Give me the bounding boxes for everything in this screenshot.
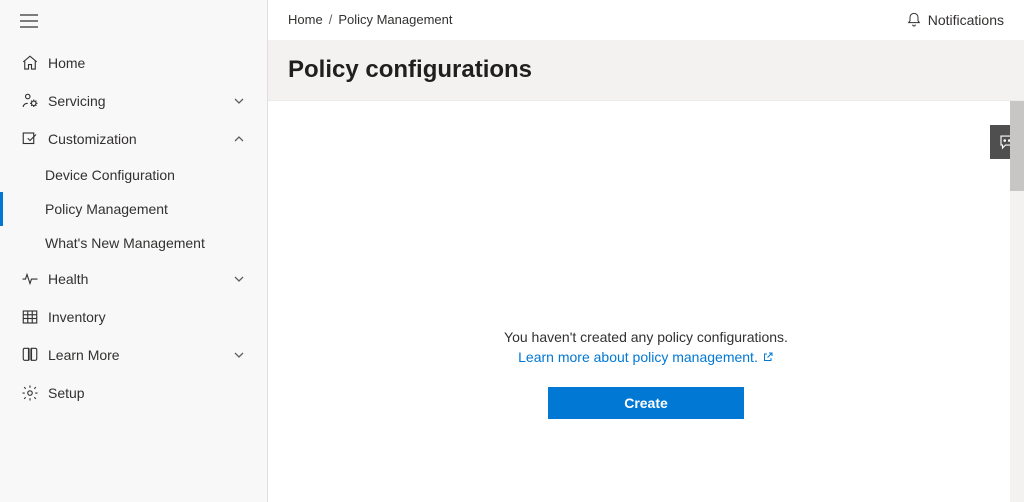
- external-link-icon: [762, 351, 774, 363]
- nav-item-setup[interactable]: Setup: [0, 374, 267, 412]
- scrollbar[interactable]: [1010, 101, 1024, 502]
- breadcrumb-current: Policy Management: [338, 12, 452, 27]
- health-icon: [20, 269, 40, 289]
- nav-item-inventory[interactable]: Inventory: [0, 298, 267, 336]
- subnav-device-configuration[interactable]: Device Configuration: [0, 158, 267, 192]
- servicing-icon: [20, 91, 40, 111]
- nav-item-label: Home: [48, 55, 247, 71]
- notifications-label: Notifications: [928, 12, 1004, 28]
- nav-item-label: Servicing: [48, 93, 231, 109]
- nav-item-learn-more[interactable]: Learn More: [0, 336, 267, 374]
- empty-message: You haven't created any policy configura…: [504, 329, 788, 345]
- customization-subnav: Device Configuration Policy Management W…: [0, 158, 267, 260]
- learn-more-text: Learn more about policy management.: [518, 349, 758, 365]
- chevron-down-icon: [231, 271, 247, 287]
- scrollbar-thumb[interactable]: [1010, 101, 1024, 191]
- bell-icon: [906, 12, 922, 28]
- chevron-up-icon: [231, 131, 247, 147]
- nav-item-servicing[interactable]: Servicing: [0, 82, 267, 120]
- breadcrumb-separator: /: [329, 12, 333, 27]
- learn-more-icon: [20, 345, 40, 365]
- subnav-label: Policy Management: [45, 201, 168, 217]
- inventory-icon: [20, 307, 40, 327]
- subnav-label: What's New Management: [45, 235, 205, 251]
- learn-more-link[interactable]: Learn more about policy management.: [518, 349, 774, 365]
- subnav-policy-management[interactable]: Policy Management: [0, 192, 267, 226]
- nav-item-label: Customization: [48, 131, 231, 147]
- empty-state: You haven't created any policy configura…: [268, 329, 1024, 419]
- nav-item-label: Setup: [48, 385, 247, 401]
- chevron-down-icon: [231, 347, 247, 363]
- subnav-whats-new-management[interactable]: What's New Management: [0, 226, 267, 260]
- breadcrumb-home[interactable]: Home: [288, 12, 323, 27]
- main-nav: Home Servicing Customization: [0, 40, 267, 412]
- hamburger-menu-button[interactable]: [0, 0, 267, 40]
- content-area: You haven't created any policy configura…: [268, 101, 1024, 502]
- sidebar: Home Servicing Customization: [0, 0, 268, 502]
- notifications-button[interactable]: Notifications: [906, 12, 1004, 28]
- nav-item-health[interactable]: Health: [0, 260, 267, 298]
- nav-item-label: Health: [48, 271, 231, 287]
- customization-icon: [20, 129, 40, 149]
- nav-item-label: Learn More: [48, 347, 231, 363]
- home-icon: [20, 53, 40, 73]
- hamburger-icon: [20, 14, 247, 28]
- setup-icon: [20, 383, 40, 403]
- nav-item-label: Inventory: [48, 309, 247, 325]
- nav-item-home[interactable]: Home: [0, 44, 267, 82]
- create-button[interactable]: Create: [548, 387, 744, 419]
- nav-item-customization[interactable]: Customization: [0, 120, 267, 158]
- main-content: Home / Policy Management Notifications P…: [268, 0, 1024, 502]
- page-header: Policy configurations: [268, 40, 1024, 101]
- topbar: Home / Policy Management Notifications: [268, 0, 1024, 40]
- page-title: Policy configurations: [288, 56, 1004, 84]
- chevron-down-icon: [231, 93, 247, 109]
- subnav-label: Device Configuration: [45, 167, 175, 183]
- breadcrumb: Home / Policy Management: [288, 12, 452, 27]
